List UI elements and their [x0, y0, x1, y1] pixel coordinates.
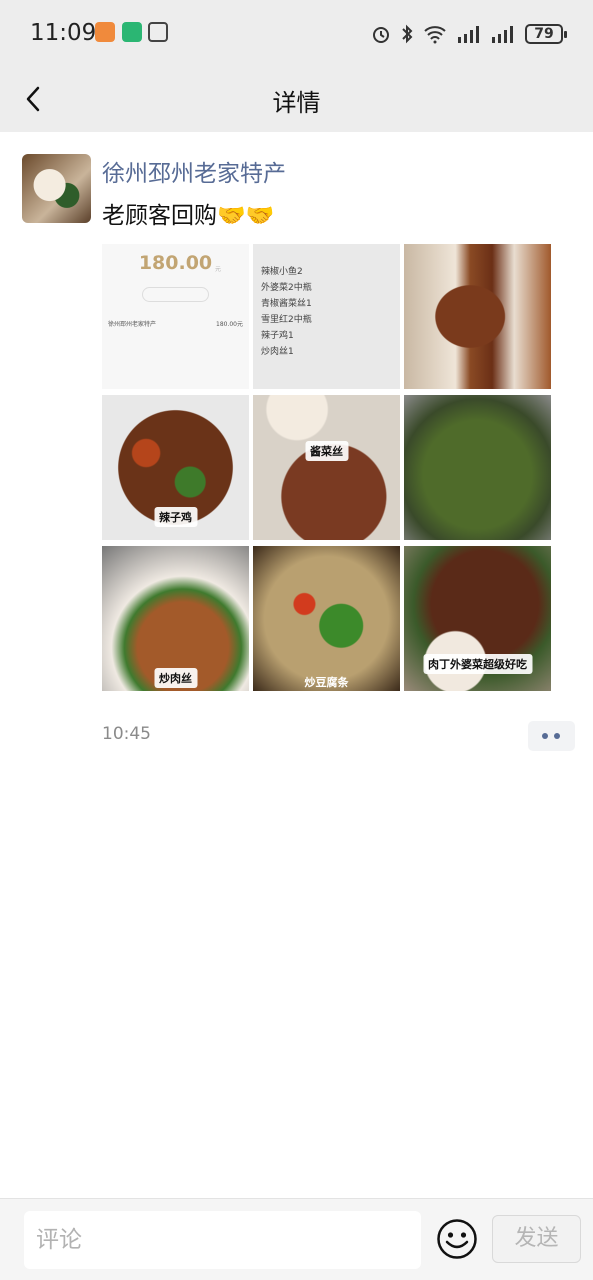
image-photo-tofu-strips[interactable]: 炒豆腐条 [253, 546, 400, 691]
photo-caption: 酱菜丝 [305, 441, 348, 461]
author-name[interactable]: 徐州邳州老家特产 [102, 154, 286, 188]
battery-indicator: 79 [525, 24, 567, 44]
moment-detail: 徐州邳州老家特产 老顾客回购🤝🤝 180.00 元 徐州邳州老家特产 180.0… [0, 132, 593, 1198]
photo-caption: 炒豆腐条 [304, 676, 349, 689]
nav-bar: 详情 [0, 66, 593, 132]
photo-caption: 肉丁外婆菜超级好吃 [423, 654, 532, 674]
avatar[interactable] [22, 154, 91, 223]
receipt-amount: 180.00 [138, 252, 213, 274]
status-bar: 11:09 79 [0, 0, 593, 66]
order-line: 辣子鸡1 [261, 331, 294, 341]
receipt-row: 徐州邳州老家特产 180.00元 [108, 319, 243, 328]
alarm-icon [373, 27, 389, 43]
nfc-icon [148, 22, 168, 42]
receipt-merchant: 徐州邳州老家特产 [108, 321, 157, 328]
status-right-icons: 79 [371, 22, 567, 46]
photo-caption: 炒肉丝 [154, 668, 197, 688]
signal-icon [458, 26, 479, 43]
more-dots-icon [542, 733, 548, 739]
notification-icon [95, 22, 115, 42]
image-order-list[interactable]: 辣椒小鱼2 外婆菜2中瓶 青椒酱菜丝1 雪里红2中瓶 辣子鸡1 炒肉丝1 [253, 244, 400, 389]
app-notification-icon [122, 22, 142, 42]
image-receipt[interactable]: 180.00 元 徐州邳州老家特产 180.00元 [102, 244, 249, 389]
image-grid: 180.00 元 徐州邳州老家特产 180.00元 辣椒小鱼2 外婆菜2中瓶 青… [102, 244, 552, 691]
receipt-button [142, 287, 209, 302]
signal-icon-2 [492, 26, 513, 43]
more-dots-icon [554, 733, 560, 739]
order-line: 雪里红2中瓶 [261, 315, 312, 325]
order-line: 辣椒小鱼2 [261, 267, 303, 277]
page-title: 详情 [272, 89, 321, 117]
order-line: 外婆菜2中瓶 [261, 283, 312, 293]
more-button[interactable] [528, 721, 575, 751]
order-line: 炒肉丝1 [261, 347, 294, 357]
receipt-unit: 元 [215, 266, 222, 273]
photo-caption: 辣子鸡 [154, 507, 197, 527]
post-text: 老顾客回购🤝🤝 [102, 203, 275, 229]
bluetooth-icon [402, 24, 413, 44]
image-photo-1[interactable] [404, 244, 551, 389]
order-line: 青椒酱菜丝1 [261, 299, 312, 309]
image-photo-lazi-chicken[interactable]: 辣子鸡 [102, 395, 249, 540]
post-time: 10:45 [102, 724, 151, 744]
image-photo-waipo-cai[interactable]: 肉丁外婆菜超级好吃 [404, 546, 551, 691]
image-photo-greens[interactable] [404, 395, 551, 540]
send-button[interactable]: 发送 [492, 1215, 581, 1263]
order-list: 辣椒小鱼2 外婆菜2中瓶 青椒酱菜丝1 雪里红2中瓶 辣子鸡1 炒肉丝1 [261, 264, 312, 360]
smiley-icon[interactable] [436, 1218, 478, 1260]
status-time: 11:09 [30, 20, 97, 46]
wifi-icon [424, 26, 446, 44]
image-photo-stir-fry-pork[interactable]: 炒肉丝 [102, 546, 249, 691]
comment-bar: 发送 [0, 1198, 593, 1280]
comment-input[interactable] [24, 1211, 421, 1269]
image-photo-pickle[interactable]: 酱菜丝 [253, 395, 400, 540]
receipt-row-amount: 180.00元 [216, 321, 243, 328]
